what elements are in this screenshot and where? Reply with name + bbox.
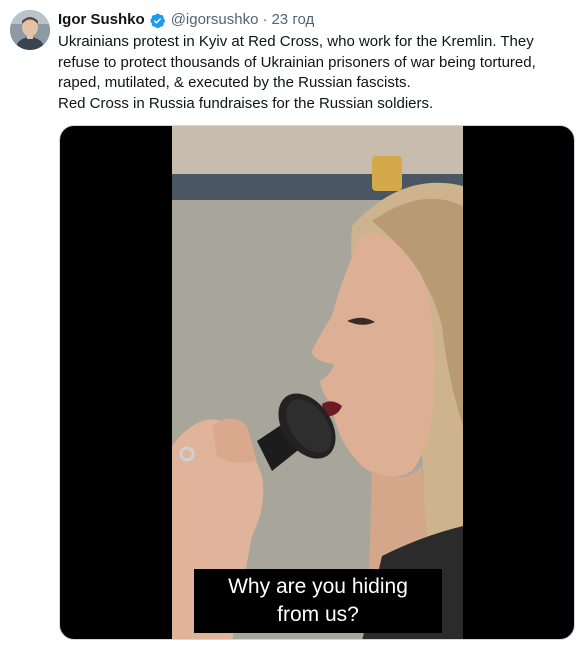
video-frame [172,126,463,639]
tweet-text: Ukrainians protest in Kyiv at Red Cross,… [58,32,566,114]
tweet-text-line: Ukrainians protest in Kyiv at Red Cross,… [58,33,536,91]
tweet-header: Igor Sushko @igorsushko · 23 год [58,10,314,30]
timestamp[interactable]: 23 год [271,10,314,30]
separator-dot: · [262,11,268,28]
subtitle-line: from us? [277,603,359,626]
tweet[interactable]: Igor Sushko @igorsushko · 23 год Ukraini… [0,0,578,649]
author-handle[interactable]: @igorsushko [171,10,259,30]
verified-badge-icon [149,12,166,29]
video-player[interactable]: Why are you hiding from us? [59,125,575,640]
video-subtitle: Why are you hiding from us? [194,569,442,633]
tweet-text-line: Red Cross in Russia fundraises for the R… [58,94,434,112]
video-still-image [172,126,463,639]
avatar-image [10,10,50,50]
subtitle-line: Why are you hiding [228,575,408,598]
author-name[interactable]: Igor Sushko [58,10,145,30]
avatar[interactable] [10,10,50,50]
